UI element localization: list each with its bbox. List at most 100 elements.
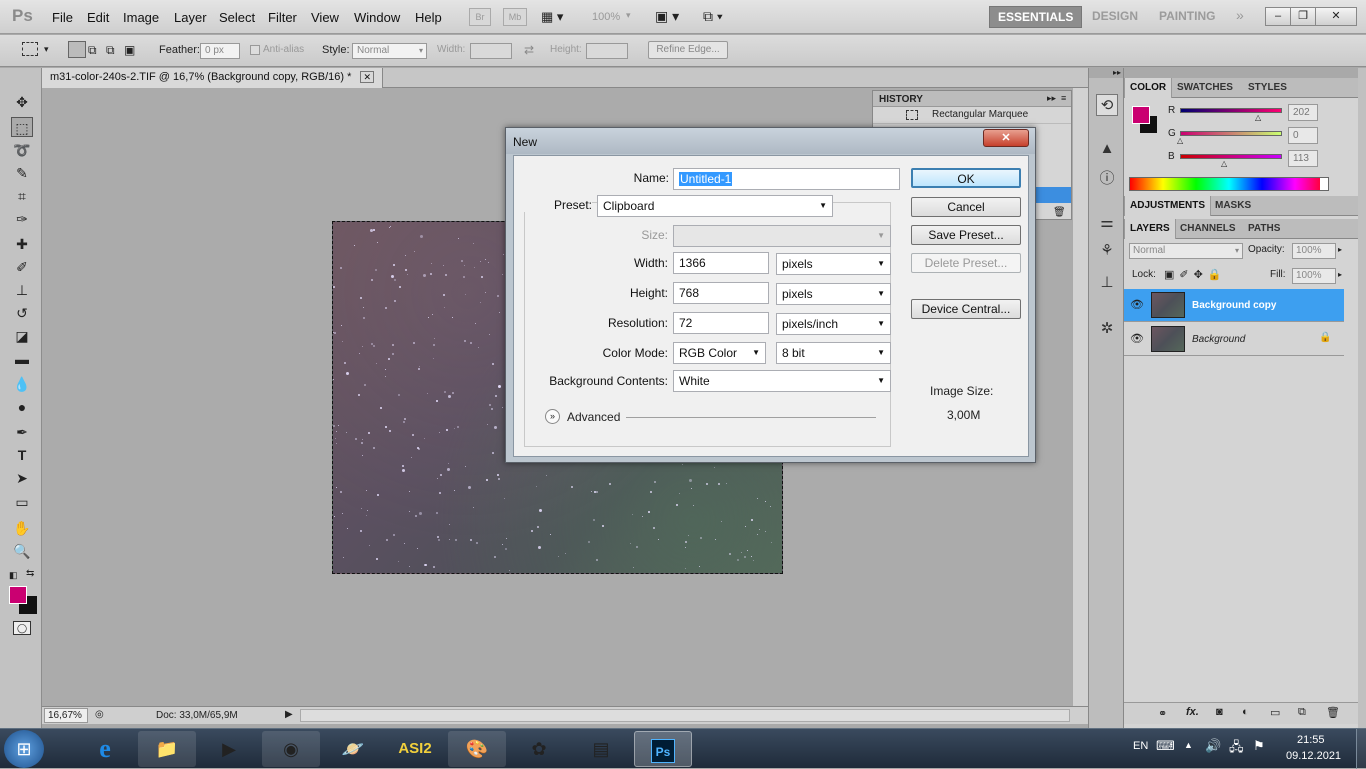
height-input[interactable] <box>586 43 628 59</box>
delete-state-icon[interactable]: 🗑 <box>1053 207 1066 218</box>
action-center-icon[interactable]: ⚑ <box>1253 738 1265 754</box>
menu-select[interactable]: Select <box>219 10 255 25</box>
menu-help[interactable]: Help <box>415 10 442 25</box>
type-tool-icon[interactable]: T <box>11 445 33 465</box>
cancel-button[interactable]: Cancel <box>911 197 1021 217</box>
internet-explorer-icon[interactable]: e <box>76 731 134 767</box>
lock-icons[interactable]: ▣✐✥🔒 <box>1164 268 1227 281</box>
width-unit-select[interactable]: pixels ▼ <box>776 253 891 275</box>
menu-filter[interactable]: Filter <box>268 10 297 25</box>
intersect-selection-icon[interactable]: ▣ <box>124 43 135 57</box>
refine-edge-button[interactable]: Refine Edge... <box>648 41 728 59</box>
strip-collapse-icon[interactable]: ▸▸ <box>1089 68 1123 78</box>
start-button[interactable]: ⊞ <box>4 730 44 768</box>
advanced-label[interactable]: Advanced <box>567 410 620 424</box>
menu-layer[interactable]: Layer <box>174 10 207 25</box>
status-options-icon[interactable]: ◎ <box>95 709 104 720</box>
g-slider-thumb-icon[interactable]: △ <box>1177 136 1183 145</box>
new-group-icon[interactable]: ▭ <box>1270 706 1280 719</box>
history-menu-icon[interactable]: ≡ <box>1061 93 1066 103</box>
info-panel-icon[interactable]: ⓘ <box>1096 168 1118 190</box>
delete-layer-icon[interactable]: 🗑 <box>1326 706 1340 719</box>
tool-presets-icon[interactable]: ⊥ <box>1096 272 1118 294</box>
move-tool-icon[interactable]: ✥ <box>11 92 33 112</box>
menu-image[interactable]: Image <box>123 10 159 25</box>
blur-tool-icon[interactable]: 💧 <box>11 374 33 394</box>
asi-studio-icon[interactable]: ASI2 <box>386 731 444 767</box>
shape-tool-icon[interactable]: ▭ <box>11 492 33 512</box>
height-unit-select[interactable]: pixels ▼ <box>776 283 891 305</box>
navigator-panel-icon[interactable]: ▲ <box>1096 138 1118 160</box>
window-app-icon[interactable]: ▤ <box>572 731 630 767</box>
history-item[interactable]: Rectangular Marquee <box>932 109 1028 120</box>
default-colors-icon[interactable]: ◧ <box>9 570 18 581</box>
save-preset-button[interactable]: Save Preset... <box>911 225 1021 245</box>
height-input[interactable]: 768 <box>673 282 769 304</box>
status-menu-arrow-icon[interactable]: ▶ <box>285 709 293 720</box>
link-layers-icon[interactable]: ⚭ <box>1158 707 1167 720</box>
eraser-tool-icon[interactable]: ◪ <box>11 326 33 346</box>
close-tab-icon[interactable]: ✕ <box>360 71 374 83</box>
zoom-dropdown-icon[interactable]: ▾ <box>626 10 631 21</box>
menu-file[interactable]: File <box>52 10 73 25</box>
preset-dropdown-icon[interactable]: ▾ <box>44 44 49 55</box>
width-input[interactable]: 1366 <box>673 252 769 274</box>
foreground-color-swatch[interactable] <box>9 586 27 604</box>
layer-row[interactable]: 👁 Background copy <box>1124 289 1344 322</box>
volume-icon[interactable]: 🔊 <box>1205 738 1221 754</box>
b-value[interactable]: 113 <box>1288 150 1318 167</box>
fill-dropdown-icon[interactable]: ▸ <box>1338 270 1342 279</box>
minimize-button[interactable]: – <box>1265 7 1291 26</box>
swap-colors-icon[interactable]: ⇆ <box>26 568 34 579</box>
network-icon[interactable]: 🖧 <box>1229 738 1244 760</box>
width-input[interactable] <box>470 43 512 59</box>
lasso-tool-icon[interactable]: ➰ <box>11 140 33 160</box>
g-value[interactable]: 0 <box>1288 127 1318 144</box>
color-foreground-swatch[interactable] <box>1132 106 1150 124</box>
clock-date[interactable]: 09.12.2021 <box>1286 750 1341 762</box>
feather-input[interactable]: 0 px <box>200 43 240 59</box>
crop-tool-icon[interactable]: ⌗ <box>11 186 33 206</box>
tab-masks[interactable]: MASKS <box>1210 196 1256 216</box>
advanced-toggle-icon[interactable]: » <box>545 409 560 424</box>
media-player-icon[interactable]: ▶ <box>200 731 258 767</box>
g-slider[interactable] <box>1180 131 1282 136</box>
resolution-input[interactable]: 72 <box>673 312 769 334</box>
eyedropper-tool-icon[interactable]: ✑ <box>11 209 33 229</box>
r-value[interactable]: 202 <box>1288 104 1318 121</box>
delete-preset-button[interactable]: Delete Preset... <box>911 253 1021 273</box>
file-explorer-icon[interactable]: 📁 <box>138 731 196 767</box>
menu-edit[interactable]: Edit <box>87 10 109 25</box>
size-select[interactable]: ▼ <box>673 225 891 247</box>
mini-bridge-button[interactable]: Mb <box>503 8 527 26</box>
layer-row[interactable]: 👁 Background 🔒 <box>1124 323 1344 356</box>
history-collapse-icon[interactable]: ▸▸ <box>1047 93 1056 104</box>
show-desktop-button[interactable] <box>1356 729 1366 769</box>
style-select[interactable]: Normal ▾ <box>352 43 427 59</box>
color-spectrum-bar[interactable] <box>1129 177 1329 191</box>
name-input[interactable]: Untitled-1 <box>673 168 900 190</box>
ok-button[interactable]: OK <box>911 168 1021 188</box>
bit-depth-select[interactable]: 8 bit ▼ <box>776 342 891 364</box>
pen-tool-icon[interactable]: ✒ <box>11 422 33 442</box>
eye-icon[interactable]: 👁 <box>1130 332 1144 345</box>
color-mode-select[interactable]: RGB Color ▼ <box>673 342 766 364</box>
workspace-essentials[interactable]: ESSENTIALS <box>989 6 1083 28</box>
add-mask-icon[interactable]: ◙ <box>1216 706 1223 718</box>
history-panel-icon[interactable]: ⟲ <box>1096 94 1118 116</box>
spectrum-white-swatch[interactable] <box>1320 178 1328 190</box>
restore-button[interactable]: ❐ <box>1290 7 1316 26</box>
layer-name[interactable]: Background copy <box>1192 300 1276 311</box>
dialog-titlebar[interactable]: New ✕ <box>506 128 1035 154</box>
gradient-tool-icon[interactable]: ▬ <box>11 349 33 369</box>
language-indicator[interactable]: EN <box>1133 740 1148 752</box>
clone-stamp-tool-icon[interactable]: ⊥ <box>11 280 33 300</box>
tab-channels[interactable]: CHANNELS <box>1175 219 1241 239</box>
history-brush-tool-icon[interactable]: ↺ <box>11 303 33 323</box>
layer-style-icon[interactable]: fx. <box>1186 706 1199 718</box>
bridge-button[interactable]: Br <box>469 8 491 26</box>
adjustment-layer-icon[interactable]: ◐ <box>1242 706 1249 718</box>
fill-input[interactable]: 100% <box>1292 268 1336 284</box>
r-slider[interactable] <box>1180 108 1282 113</box>
antialias-checkbox[interactable] <box>250 45 260 55</box>
